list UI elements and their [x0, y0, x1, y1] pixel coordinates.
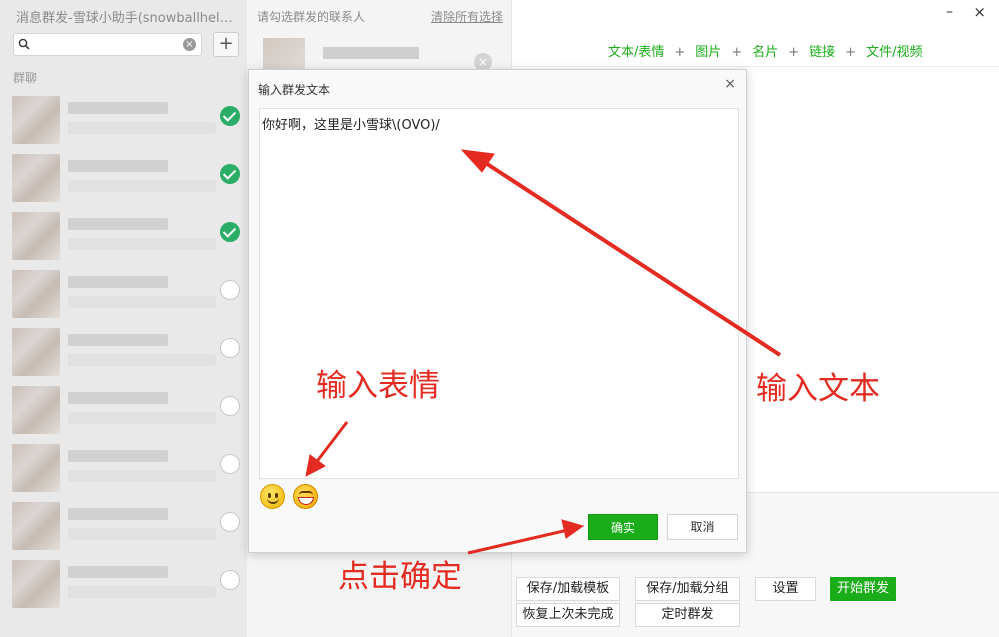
group-preview [68, 122, 216, 134]
confirm-button[interactable]: 确实 [588, 514, 658, 540]
group-preview [68, 296, 216, 308]
grin-icon[interactable] [293, 484, 318, 509]
avatar [12, 444, 60, 492]
window-close-icon[interactable]: × [973, 3, 986, 21]
avatar [12, 386, 60, 434]
save-group-button[interactable]: 保存/加载分组 [635, 577, 740, 601]
checked-checkbox[interactable] [220, 222, 240, 242]
group-preview [68, 528, 216, 540]
app-title: 消息群发-雪球小助手(snowballhel… [16, 11, 233, 26]
message-textarea[interactable]: 你好啊，这里是小雪球\(OVO)/ [259, 108, 739, 479]
unchecked-checkbox[interactable] [220, 570, 240, 590]
avatar [12, 96, 60, 144]
group-name [68, 334, 168, 346]
toolbar-plus: + [788, 45, 800, 60]
group-name [68, 566, 168, 578]
search-icon [18, 38, 30, 50]
group-preview [68, 586, 216, 598]
clear-all-link[interactable]: 清除所有选择 [431, 8, 503, 25]
group-preview [68, 238, 216, 250]
group-name [68, 276, 168, 288]
scheduled-broadcast-button[interactable]: 定时群发 [635, 603, 740, 627]
clear-search-icon[interactable]: × [183, 38, 196, 51]
group-name [68, 160, 168, 172]
group-row[interactable] [0, 496, 247, 554]
group-name [68, 508, 168, 520]
dialog-close-icon[interactable]: × [724, 76, 736, 92]
contacts-panel: 消息群发-雪球小助手(snowballhel… × + 群聊 [0, 0, 247, 637]
group-preview [68, 180, 216, 192]
selected-name [323, 47, 419, 59]
restore-unfinished-button[interactable]: 恢复上次未完成 [516, 603, 620, 627]
toolbar-plus: + [731, 45, 743, 60]
group-row[interactable] [0, 264, 247, 322]
group-row[interactable] [0, 206, 247, 264]
smile-icon[interactable] [260, 484, 285, 509]
minimize-icon[interactable]: – [946, 4, 953, 20]
group-name [68, 102, 168, 114]
unchecked-checkbox[interactable] [220, 454, 240, 474]
avatar [12, 328, 60, 376]
cancel-button[interactable]: 取消 [667, 514, 738, 540]
group-name [68, 450, 168, 462]
toolbar-image[interactable]: 图片 [695, 45, 721, 60]
group-name [68, 218, 168, 230]
avatar [12, 154, 60, 202]
toolbar-link[interactable]: 链接 [809, 45, 835, 60]
group-row[interactable] [0, 438, 247, 496]
toolbar-text-emoji[interactable]: 文本/表情 [608, 45, 664, 60]
section-label-groups: 群聊 [13, 71, 38, 85]
input-text-dialog: 输入群发文本 × 你好啊，这里是小雪球\(OVO)/ 确实 取消 [248, 69, 747, 553]
group-row[interactable] [0, 90, 247, 148]
toolbar-divider [512, 66, 999, 67]
dialog-title: 输入群发文本 [258, 83, 331, 97]
avatar [12, 212, 60, 260]
unchecked-checkbox[interactable] [220, 280, 240, 300]
save-template-button[interactable]: 保存/加载模板 [516, 577, 620, 601]
start-broadcast-button[interactable]: 开始群发 [830, 577, 896, 601]
group-row[interactable] [0, 380, 247, 438]
group-list [0, 90, 247, 612]
annotation-input-text: 输入文本 [756, 371, 880, 407]
selection-hint: 请勾选群发的联系人 [257, 10, 366, 24]
search-input[interactable]: × [13, 33, 202, 56]
group-row[interactable] [0, 554, 247, 612]
toolbar-plus: + [674, 45, 686, 60]
add-button[interactable]: + [213, 32, 239, 57]
unchecked-checkbox[interactable] [220, 512, 240, 532]
unchecked-checkbox[interactable] [220, 338, 240, 358]
group-preview [68, 470, 216, 482]
annotation-input-emoji: 输入表情 [316, 368, 440, 404]
group-name [68, 392, 168, 404]
avatar [12, 502, 60, 550]
settings-button[interactable]: 设置 [755, 577, 816, 601]
avatar [12, 270, 60, 318]
checked-checkbox[interactable] [220, 164, 240, 184]
group-row[interactable] [0, 148, 247, 206]
unchecked-checkbox[interactable] [220, 396, 240, 416]
checked-checkbox[interactable] [220, 106, 240, 126]
group-row[interactable] [0, 322, 247, 380]
toolbar-card[interactable]: 名片 [752, 45, 778, 60]
group-preview [68, 412, 216, 424]
toolbar-plus: + [845, 45, 857, 60]
avatar [12, 560, 60, 608]
annotation-click-confirm: 点击确定 [338, 559, 462, 595]
group-preview [68, 354, 216, 366]
content-type-toolbar: 文本/表情 + 图片 + 名片 + 链接 + 文件/视频 [608, 41, 922, 60]
toolbar-file-video[interactable]: 文件/视频 [866, 45, 922, 60]
